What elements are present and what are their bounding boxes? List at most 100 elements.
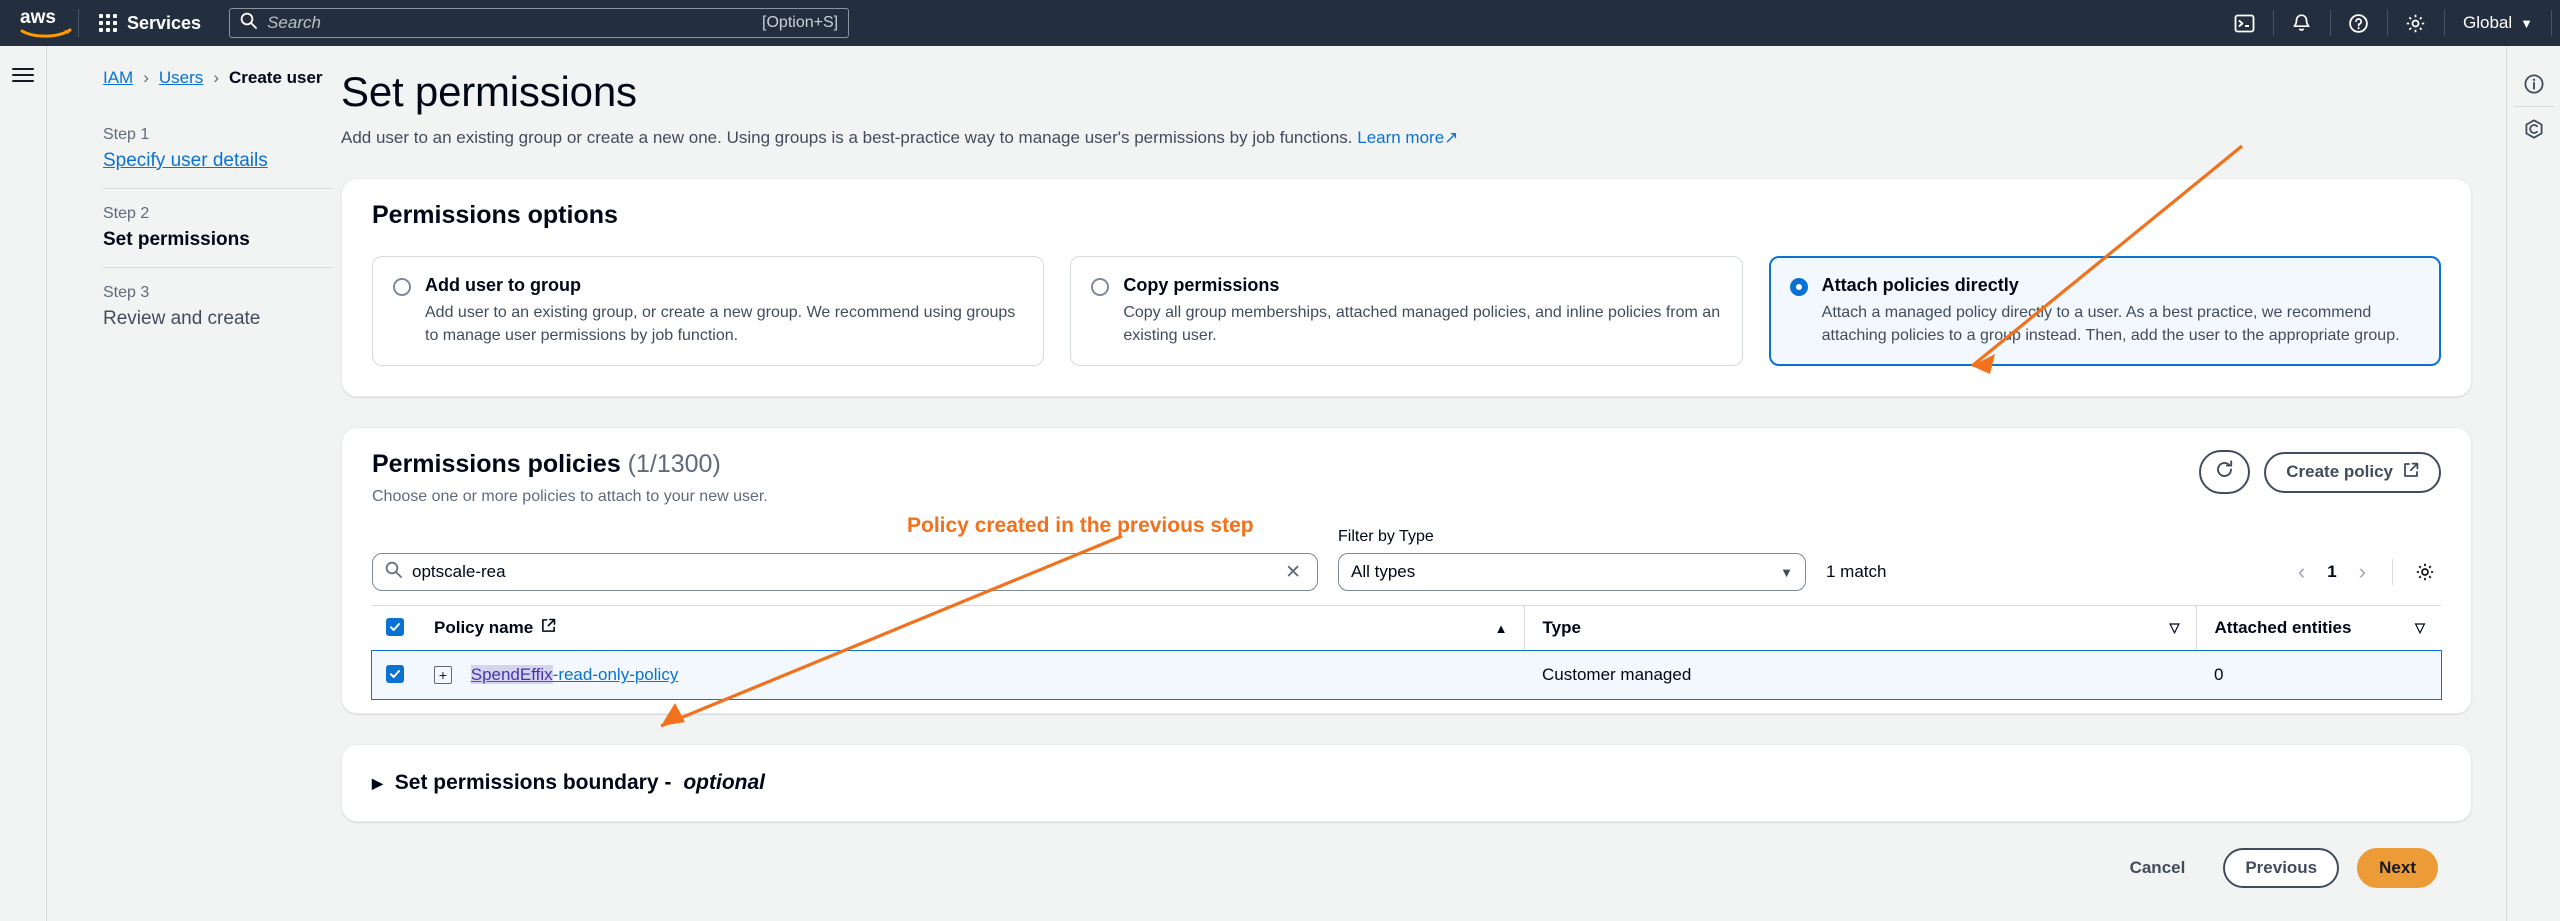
filter-by-type-label: Filter by Type xyxy=(1338,528,1434,546)
option-attach-policies-directly[interactable]: Attach policies directly Attach a manage… xyxy=(1768,256,2441,367)
table-header-row: Policy name ▲ Type ▽ Attached entities ▽ xyxy=(372,605,2441,652)
match-count: 1 match xyxy=(1826,562,1887,582)
search-shortcut-hint: [Option+S] xyxy=(762,14,839,31)
option-attach-policies-directly-label: Attach policies directly xyxy=(1821,275,2019,295)
refresh-button[interactable] xyxy=(2199,450,2251,495)
info-panel-icon[interactable] xyxy=(2512,62,2556,106)
shortcut-panel-icon[interactable] xyxy=(2512,107,2556,151)
learn-more-link[interactable]: Learn more xyxy=(1357,128,1444,147)
next-label: Next xyxy=(2379,858,2416,878)
permissions-boundary-label: Set permissions boundary - xyxy=(394,771,672,795)
policy-name-suffix: -read-only-policy xyxy=(552,665,679,685)
cloudshell-icon[interactable] xyxy=(2217,0,2273,46)
external-link-icon xyxy=(541,618,556,638)
radio-copy-permissions[interactable] xyxy=(1091,278,1110,296)
cell-policy-name: + SpendEffix-read-only-policy xyxy=(434,651,1524,700)
settings-icon[interactable] xyxy=(2388,0,2444,46)
services-menu-button[interactable]: Services xyxy=(79,0,221,46)
row-expand-icon[interactable]: + xyxy=(434,666,452,685)
search-icon xyxy=(385,561,402,583)
services-label: Services xyxy=(127,12,202,33)
bell-icon[interactable] xyxy=(2274,0,2330,46)
table-row[interactable]: + SpendEffix-read-only-policy Customer m… xyxy=(371,649,2442,701)
menu-toggle-icon[interactable] xyxy=(12,64,34,921)
pagination-next-icon[interactable]: › xyxy=(2349,559,2376,585)
policy-name-prefix: SpendEffix xyxy=(470,665,553,685)
create-policy-label: Create policy xyxy=(2286,462,2393,482)
wizard-main-column: Set permissions Add user to an existing … xyxy=(333,68,2472,898)
row-checkbox[interactable] xyxy=(386,665,404,684)
permissions-policies-count: (1/1300) xyxy=(627,450,721,479)
breadcrumb-item-iam[interactable]: IAM xyxy=(103,68,133,88)
pagination: ‹ 1 › xyxy=(2288,559,2441,591)
top-navigation-bar: aws Services [Option+S] xyxy=(0,0,2560,46)
policies-table-body: + SpendEffix-read-only-policy Customer m… xyxy=(371,649,2442,701)
policy-name-link[interactable]: SpendEffix-read-only-policy xyxy=(470,665,679,685)
set-permissions-boundary-toggle[interactable]: ▶ Set permissions boundary - optional xyxy=(342,745,2471,821)
breadcrumb-separator-icon: › xyxy=(213,68,219,87)
column-policy-name[interactable]: Policy name ▲ xyxy=(434,605,1524,652)
option-copy-permissions-desc: Copy all group memberships, attached man… xyxy=(1123,304,1721,345)
policy-search-input[interactable] xyxy=(412,562,1272,583)
policies-table-head: Policy name ▲ Type ▽ Attached entities ▽ xyxy=(372,605,2441,652)
page-frame: IAM › Users › Create user Step 1 Specify… xyxy=(0,46,2560,921)
option-copy-permissions[interactable]: Copy permissions Copy all group membersh… xyxy=(1070,256,1743,367)
next-button[interactable]: Next xyxy=(2357,848,2438,889)
wizard-step-3[interactable]: Step 3 Review and create xyxy=(103,267,333,346)
left-rail xyxy=(0,46,47,921)
search-input[interactable] xyxy=(267,13,763,33)
breadcrumb-item-create-user: Create user xyxy=(228,68,323,87)
filter-by-type-select[interactable]: All types ▼ xyxy=(1338,553,1806,592)
option-add-user-to-group-label: Add user to group xyxy=(425,275,581,295)
wizard-steps-sidebar: IAM › Users › Create user Step 1 Specify… xyxy=(81,68,333,898)
wizard-step-1[interactable]: Step 1 Specify user details xyxy=(103,122,333,188)
column-type[interactable]: Type ▽ xyxy=(1523,605,2196,652)
table-preferences-gear-icon[interactable] xyxy=(2409,562,2441,582)
column-attached-entities-label: Attached entities xyxy=(2214,618,2352,638)
clear-search-icon[interactable]: ✕ xyxy=(1281,561,1305,584)
row-select-cell xyxy=(372,651,434,700)
refresh-icon xyxy=(2215,460,2234,484)
cancel-label: Cancel xyxy=(2129,858,2186,878)
breadcrumb-item-users[interactable]: Users xyxy=(159,68,203,88)
create-policy-button[interactable]: Create policy xyxy=(2264,451,2441,493)
column-attached-entities[interactable]: Attached entities ▽ xyxy=(2195,605,2441,652)
policy-search-box[interactable]: ✕ xyxy=(372,553,1318,592)
page-title: Set permissions xyxy=(341,68,637,115)
wizard-step-2[interactable]: Step 2 Set permissions xyxy=(103,188,333,267)
cell-type: Customer managed xyxy=(1542,665,1692,685)
pagination-previous-icon[interactable]: ‹ xyxy=(2288,559,2315,585)
svg-text:aws: aws xyxy=(20,7,56,28)
select-all-header xyxy=(372,605,434,652)
breadcrumb-separator-icon: › xyxy=(143,68,149,87)
column-type-label: Type xyxy=(1542,618,1581,638)
pagination-page-number[interactable]: 1 xyxy=(2321,562,2342,582)
step-1-label[interactable]: Specify user details xyxy=(103,150,333,172)
filter-by-type-value: All types xyxy=(1351,562,1416,582)
chevron-right-icon: ▶ xyxy=(372,774,383,791)
pagination-separator xyxy=(2392,559,2393,586)
page-description: Add user to an existing group or create … xyxy=(341,128,2472,148)
external-link-icon xyxy=(2403,462,2419,483)
permissions-options-title: Permissions options xyxy=(372,201,618,229)
permissions-policies-subtitle: Choose one or more policies to attach to… xyxy=(372,488,768,506)
region-selector[interactable]: Global ▼ xyxy=(2445,0,2551,46)
column-policy-name-label: Policy name xyxy=(434,618,534,638)
step-2-number: Step 2 xyxy=(103,205,150,222)
radio-add-user-to-group[interactable] xyxy=(393,278,411,296)
option-add-user-to-group-desc: Add user to an existing group, or create… xyxy=(425,304,1016,345)
option-add-user-to-group[interactable]: Add user to group Add user to an existin… xyxy=(372,256,1045,367)
policies-filter-row: ✕ Filter by Type All types ▼ 1 match ‹ xyxy=(342,506,2471,605)
global-search-box[interactable]: [Option+S] xyxy=(229,8,850,38)
previous-button[interactable]: Previous xyxy=(2223,848,2340,889)
select-all-checkbox[interactable] xyxy=(386,618,404,637)
sort-ascending-icon: ▲ xyxy=(1494,620,1508,636)
cancel-button[interactable]: Cancel xyxy=(2110,850,2206,886)
radio-attach-policies-directly[interactable] xyxy=(1789,278,1808,296)
aws-logo[interactable]: aws xyxy=(0,7,78,39)
chevron-down-icon: ▼ xyxy=(1780,564,1793,580)
permissions-options-card: Permissions options Add user to group Ad… xyxy=(341,178,2472,398)
help-icon[interactable] xyxy=(2331,0,2387,46)
permissions-boundary-card: ▶ Set permissions boundary - optional xyxy=(341,744,2472,823)
right-rail xyxy=(2506,46,2560,921)
